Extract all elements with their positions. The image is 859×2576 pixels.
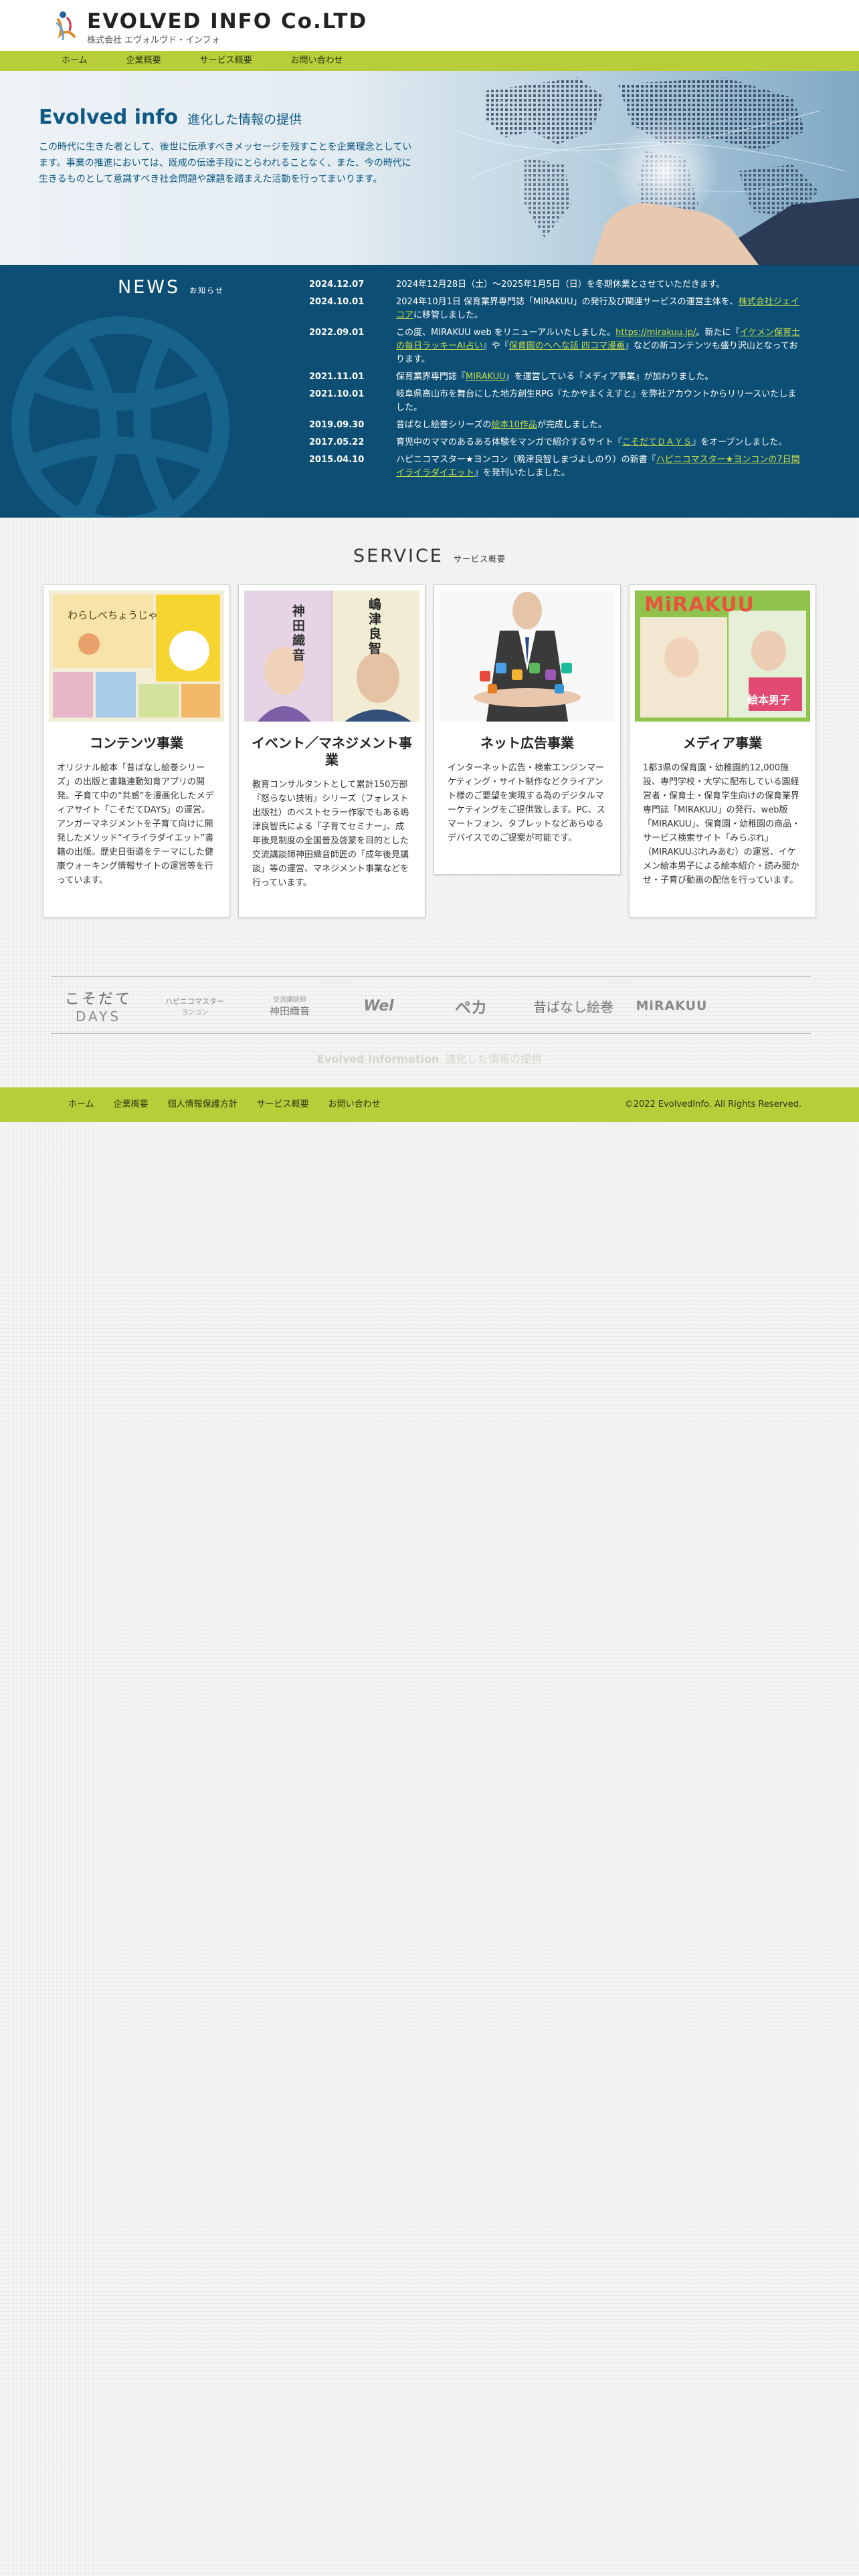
news-date: 2024.10.01 (309, 297, 365, 307)
card-title: ネット広告事業 (480, 735, 574, 751)
logo-subtitle: 株式会社 エヴォルヴド・インフォ (87, 35, 220, 45)
mirakuu-magazine-image: MiRAKUU 絵本男子 (635, 591, 810, 722)
copyright: ©2022 EvolvedInfo. All Rights Reserved. (624, 1099, 801, 1109)
news-date: 2015.04.10 (309, 455, 365, 465)
world-map-hand-image (457, 78, 859, 265)
wel-logo[interactable]: Wel (345, 977, 412, 1035)
footer-link-company[interactable]: 企業概要 (114, 1087, 149, 1122)
news-item: 2024.12.07 2024年12月28日（土）〜2025年1月5日（日）を冬… (309, 278, 804, 292)
news-text: 。新たに『 (696, 328, 740, 338)
logo-name: EVOLVED INFO Co.LTD (87, 9, 368, 33)
kanda-orine-logo[interactable]: 交流講談師 神田織音 (253, 977, 326, 1035)
peka-logo[interactable]: ペカ (444, 977, 498, 1035)
footer-link-service[interactable]: サービス概要 (257, 1087, 309, 1122)
news-item: 2021.11.01 保育業界専門誌『MIRAKUU』を運営している『メディア事… (309, 370, 804, 384)
service-section: SERVICE サービス概要 わらしべちょうじゃ コンテンツ事業 オリジナル絵本… (0, 518, 859, 959)
businessman-apps-image (440, 591, 615, 722)
logo-mark-icon (55, 8, 78, 43)
logo[interactable]: EVOLVED INFO Co.LTD 株式会社 エヴォルヴド・インフォ (55, 8, 367, 45)
news-title: NEWS (118, 277, 181, 298)
service-card-contents[interactable]: わらしべちょうじゃ コンテンツ事業 オリジナル絵本「昔ばなし絵巻シリーズ」の出版… (43, 584, 230, 918)
news-link[interactable]: こそだてＤＡＹＳ (622, 437, 692, 447)
speakers-image: 神田織音 嶋津良智 (244, 591, 419, 722)
footer-link-contact[interactable]: お問い合わせ (328, 1087, 381, 1122)
card-title: イベント／マネジメント事業 (252, 735, 412, 768)
site-header: EVOLVED INFO Co.LTD 株式会社 エヴォルヴド・インフォ (0, 0, 859, 51)
service-title: SERVICE (353, 546, 444, 566)
tagline: Evolved Information 進化した情報の提供 (317, 1053, 542, 1065)
card-title: メディア事業 (682, 735, 763, 751)
news-text: 2024年12月28日（土）〜2025年1月5日（日）を冬期休業とさせていただき… (396, 280, 725, 290)
news-date: 2021.10.01 (309, 389, 365, 399)
hapiniko-logo[interactable]: ハピニコマスター ヨンコン (151, 977, 238, 1035)
news-text: に移管しました。 (413, 310, 484, 320)
news-date: 2019.09.30 (309, 420, 365, 430)
magazine-logo: MiRAKUU (644, 593, 755, 617)
footer-nav: ホーム 企業概要 個人情報保護方針 サービス概要 お問い合わせ (68, 1087, 400, 1122)
news-date: 2022.09.01 (309, 328, 365, 338)
news-text: 昔ばなし絵巻シリーズの (396, 420, 492, 430)
news-item: 2019.09.30 昔ばなし絵巻シリーズの絵本10作品が完成しました。 (309, 419, 804, 432)
news-text: 保育業界専門誌『 (396, 372, 466, 382)
nav-company[interactable]: 企業概要 (126, 51, 161, 71)
news-text: 育児中のママのあるある体験をマンガで紹介するサイト『 (396, 437, 623, 447)
mirakuu-logo[interactable]: MiRAKUU (625, 977, 719, 1035)
news-link[interactable]: 保育園のへへな話 四コマ漫画 (509, 341, 625, 351)
news-date: 2017.05.22 (309, 437, 365, 447)
card-text: 教育コンサルタントとして累計150万部『怒らない技術』シリーズ（フォレスト出版社… (252, 780, 409, 888)
magazine-feature: 絵本男子 (747, 693, 791, 706)
mukashibanashi-logo[interactable]: 昔ばなし絵巻 (530, 977, 617, 1035)
news-link[interactable]: 絵本10作品 (491, 420, 537, 430)
speaker-name-right: 嶋津良智 (369, 597, 382, 656)
card-text: インターネット広告・検索エンジンマーケティング・サイト制作などクライアント様のご… (448, 763, 605, 843)
service-card-event[interactable]: 神田織音 嶋津良智 イベント／マネジメント事業 教育コンサルタントとして累計15… (238, 584, 425, 918)
nav-home[interactable]: ホーム (62, 51, 88, 71)
news-link[interactable]: https://mirakuu.jp/ (615, 328, 696, 338)
hero: Evolved info 進化した情報の提供 この時代に生きた者として、後世に伝… (0, 71, 859, 265)
hero-title: Evolved info (39, 106, 179, 129)
hero-description: この時代に生きた者として、後世に伝承すべきメッセージを残すことを企業理念としてい… (39, 142, 412, 185)
book-title: わらしべちょうじゃ (68, 609, 159, 621)
kosodate-days-logo[interactable]: こそだて DAYS (62, 977, 135, 1035)
news-text: 』を発刊いたしました。 (474, 468, 570, 478)
news-date: 2024.12.07 (309, 280, 365, 290)
card-text: オリジナル絵本「昔ばなし絵巻シリーズ」の出版と書籍連動知育アプリの開発。子育て中… (57, 763, 214, 885)
news-link[interactable]: MIRAKUU (466, 372, 506, 382)
news-text: 』を運営している『メディア事業』が加わりました。 (505, 372, 714, 382)
news-text: この度、MIRAKUU web をリニューアルいたしました。 (396, 328, 616, 338)
site-footer: ホーム 企業概要 個人情報保護方針 サービス概要 お問い合わせ ©2022 Ev… (0, 1087, 859, 1122)
service-card-net-ad[interactable]: ネット広告事業 インターネット広告・検索エンジンマーケティング・サイト制作などク… (434, 584, 621, 875)
globe-icon (11, 316, 229, 518)
news-item: 2021.10.01 岐阜県高山市を舞台にした地方創生RPG『たかやまくえすと』… (309, 388, 804, 415)
news-item: 2015.04.10 ハピニコマスター★ヨンコン（晩津良智しまづよしのり）の新書… (309, 453, 804, 480)
hero-subtitle: 進化した情報の提供 (187, 112, 302, 127)
news-item: 2024.10.01 2024年10月1日 保育業界専門誌「MIRAKUU」の発… (309, 296, 804, 322)
card-title: コンテンツ事業 (90, 735, 183, 751)
news-text: ハピニコマスター★ヨンコン（晩津良智しまづよしのり）の新書『 (396, 455, 656, 465)
news-text: が完成しました。 (537, 420, 607, 430)
footer-link-home[interactable]: ホーム (68, 1087, 94, 1122)
service-card-media[interactable]: MiRAKUU 絵本男子 メディア事業 1都3県の保育園・幼稚園約12,000施… (629, 584, 816, 918)
news-text: 』や『 (482, 341, 509, 351)
nav-contact[interactable]: お問い合わせ (291, 51, 343, 71)
news-section: NEWS お知らせ 2024.12.07 2024年12月28日（土）〜2025… (0, 265, 859, 518)
news-text: 2024年10月1日 保育業界専門誌「MIRAKUU」の発行及び関連サービスの運… (396, 297, 739, 307)
footer-link-privacy[interactable]: 個人情報保護方針 (168, 1087, 237, 1122)
speaker-name-left: 神田織音 (292, 604, 306, 663)
nav-service[interactable]: サービス概要 (200, 51, 252, 71)
top-nav: ホーム 企業概要 サービス概要 お問い合わせ (0, 51, 859, 71)
card-text: 1都3県の保育園・幼稚園約12,000施設、専門学校・大学に配布している園経営者… (643, 763, 801, 885)
news-date: 2021.11.01 (309, 372, 365, 382)
service-subtitle: サービス概要 (453, 554, 506, 564)
news-subtitle: お知らせ (189, 286, 224, 295)
news-item: 2017.05.22 育児中のママのあるある体験をマンガで紹介するサイト『こそだ… (309, 436, 804, 449)
news-item: 2022.09.01 この度、MIRAKUU web をリニューアルいたしました… (309, 326, 804, 366)
partner-logos: こそだて DAYS ハピニコマスター ヨンコン 交流講談師 神田織音 Wel ペ… (0, 959, 859, 1087)
picture-books-image: わらしべちょうじゃ (49, 591, 224, 722)
news-text: 岐阜県高山市を舞台にした地方創生RPG『たかやまくえすと』を弊社アカウントからリ… (396, 389, 797, 413)
news-text: 』をオープンしました。 (692, 437, 787, 447)
news-list: 2024.12.07 2024年12月28日（土）〜2025年1月5日（日）を冬… (309, 278, 804, 484)
